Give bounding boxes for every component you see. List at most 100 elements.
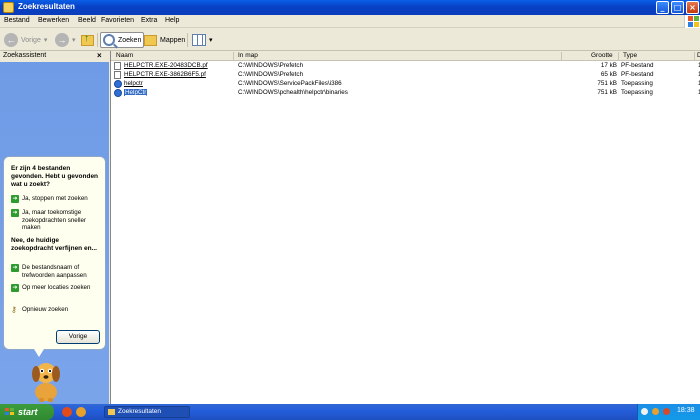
task-label: Zoekresultaten [118,408,161,415]
windows-logo-icon [684,15,700,28]
search-icon [103,34,115,46]
system-tray: 18:38 [637,404,700,420]
menu-help[interactable]: Help [165,17,179,24]
green-arrow-icon: ➜ [11,195,19,203]
file-type: Toepassing [621,80,653,87]
column-divider [233,52,234,60]
folder-icon [108,409,115,415]
file-name[interactable]: helpctr [124,80,143,87]
green-arrow-icon: ➜ [11,209,19,217]
search-companion-pane: Er zijn 4 bestanden gevonden. Hebt u gev… [0,62,109,404]
folders-button[interactable]: Mappen [144,32,185,48]
forward-arrow-icon: → [55,33,69,47]
column-size[interactable]: Grootte [591,52,613,59]
chevron-down-icon: ▾ [43,37,48,44]
toolbar-separator [97,33,98,47]
search-button[interactable]: Zoeken [100,32,145,48]
back-button-label: Vorige [21,36,41,44]
file-folder: C:\WINDOWS\pchealth\helpctr\binaries [238,89,348,96]
search-dog-icon [32,363,60,402]
back-button[interactable]: ← Vorige ▾ [4,32,47,48]
up-folder-button[interactable] [81,32,94,48]
option-search-again[interactable]: ⚷ Opnieuw zoeken [11,306,103,314]
option-stop-search[interactable]: ➜ Ja, stoppen met zoeken [11,195,103,203]
option-label: Opnieuw zoeken [22,306,69,313]
menu-bestand[interactable]: Bestand [4,17,30,24]
help-center-icon [114,80,122,88]
forward-button[interactable]: → ▾ [55,32,76,48]
file-folder: C:\WINDOWS\ServicePackFiles\i386 [238,80,342,87]
option-label: De bestandsnaam of trefwoorden aanpassen [22,264,87,279]
file-size: 751 kB [597,89,617,96]
folder-icon [144,34,157,46]
quick-launch-icon[interactable] [76,407,86,417]
back-arrow-icon: ← [4,33,18,47]
column-name[interactable]: Naam [116,52,133,59]
tray-icon[interactable] [663,408,670,415]
file-size: 65 kB [600,71,617,78]
clock: 18:38 [677,407,695,414]
menu-bar: Bestand Bewerken Beeld Favorieten Extra … [0,15,700,28]
close-button[interactable]: × [686,1,699,14]
key-icon: ⚷ [11,305,17,314]
help-center-icon [114,89,122,97]
menu-beeld[interactable]: Beeld [78,17,96,24]
option-faster-searches[interactable]: ➜ Ja, maar toekomstige zoekopdrachten sn… [11,209,103,232]
chevron-down-icon: ▾ [72,37,76,44]
title-bar: Zoekresultaten _ □ × [0,0,700,15]
search-companion-header: Zoekassistent × [0,51,109,62]
file-type: PF-bestand [621,71,654,78]
windows-flag-icon [5,408,14,416]
column-type[interactable]: Type [623,52,637,59]
column-divider [694,52,695,60]
results-list: Naam In map Grootte Type D HELPCTR.EXE-2… [110,51,700,404]
toolbar: ← Vorige ▾ → ▾ Zoeken Mappen ▾ [0,29,700,51]
file-name[interactable]: HelpCtr [124,89,148,96]
previous-button[interactable]: Vorige [56,330,100,344]
folders-button-label: Mappen [160,36,186,44]
close-pane-button[interactable]: × [97,51,102,60]
maximize-button[interactable]: □ [671,1,684,14]
file-size: 751 kB [597,80,617,87]
taskbar-item-search-results[interactable]: Zoekresultaten [104,406,190,418]
file-name[interactable]: HELPCTR.EXE-20483DCB.pf [124,62,208,69]
menu-extra[interactable]: Extra [141,17,157,24]
table-row-selected[interactable]: HelpCtr C:\WINDOWS\pchealth\helpctr\bina… [111,89,700,98]
folder-up-icon [81,33,94,46]
search-button-label: Zoeken [118,36,142,44]
option-label: Op meer locaties zoeken [22,284,91,291]
option-change-filename[interactable]: ➜ De bestandsnaam of trefwoorden aanpass… [11,264,103,279]
table-row[interactable]: HELPCTR.EXE-3862B6F5.pf C:\WINDOWS\Prefe… [111,71,700,80]
column-divider [561,52,562,60]
taskbar: start Zoekresultaten 18:38 [0,404,700,420]
minimize-button[interactable]: _ [656,1,669,14]
column-folder[interactable]: In map [238,52,258,59]
file-folder: C:\WINDOWS\Prefetch [238,71,304,78]
menu-bewerken[interactable]: Bewerken [38,17,69,24]
table-row[interactable]: helpctr C:\WINDOWS\ServicePackFiles\i386… [111,80,700,89]
tray-icon[interactable] [652,408,659,415]
views-button[interactable]: ▾ [192,32,213,48]
file-icon [114,62,121,70]
search-folder-icon [3,2,14,13]
file-folder: C:\WINDOWS\Prefetch [238,62,304,69]
messenger-icon[interactable] [62,407,72,417]
window-title: Zoekresultaten [18,2,75,11]
start-label: start [18,407,38,417]
option-label: Ja, stoppen met zoeken [22,195,88,202]
tray-icon[interactable] [641,408,648,415]
results-question: Er zijn 4 bestanden gevonden. Hebt u gev… [11,165,99,188]
menu-favorieten[interactable]: Favorieten [101,17,134,24]
refine-heading: Nee, de huidige zoekopdracht verfijnen e… [11,237,97,252]
search-companion-title: Zoekassistent [3,52,47,59]
column-header: Naam In map Grootte Type D [111,51,700,61]
column-divider [618,52,619,60]
file-type: Toepassing [621,89,653,96]
table-row[interactable]: HELPCTR.EXE-20483DCB.pf C:\WINDOWS\Prefe… [111,62,700,71]
start-button[interactable]: start [0,404,54,420]
chevron-down-icon: ▾ [209,37,213,44]
option-more-locations[interactable]: ➜ Op meer locaties zoeken [11,284,103,292]
file-type: PF-bestand [621,62,654,69]
file-name[interactable]: HELPCTR.EXE-3862B6F5.pf [124,71,206,78]
file-icon [114,71,121,79]
